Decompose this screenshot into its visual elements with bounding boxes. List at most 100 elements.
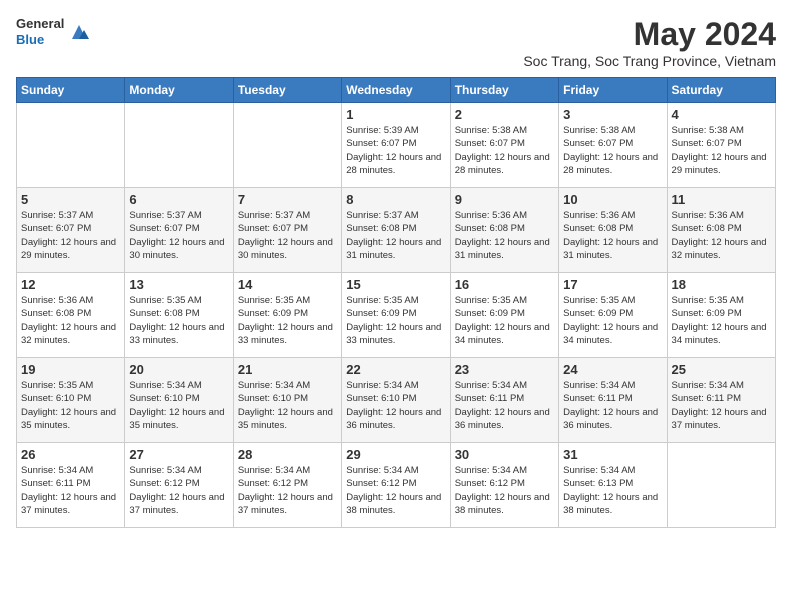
day-number: 3: [563, 107, 662, 122]
day-number: 5: [21, 192, 120, 207]
day-info: Sunrise: 5:34 AMSunset: 6:12 PMDaylight:…: [238, 464, 337, 517]
calendar-cell: 23 Sunrise: 5:34 AMSunset: 6:11 PMDayligh…: [450, 358, 558, 443]
calendar-cell: 19Sunrise: 5:35 AMSunset: 6:10 PMDayligh…: [17, 358, 125, 443]
day-number: 15: [346, 277, 445, 292]
col-header-tuesday: Tuesday: [233, 78, 341, 103]
calendar-cell: 12 Sunrise: 5:36 AMSunset: 6:08 PMDayligh…: [17, 273, 125, 358]
page-header: General Blue May 2024 Soc Trang, Soc Tra…: [16, 16, 776, 69]
day-info: Sunrise: 5:34 AMSunset: 6:11 PMDaylight:…: [563, 379, 662, 432]
day-number: 30: [455, 447, 554, 462]
calendar-cell: [233, 103, 341, 188]
day-number: 6: [129, 192, 228, 207]
title-area: May 2024 Soc Trang, Soc Trang Province, …: [523, 16, 776, 69]
day-info: Sunrise: 5:35 AMSunset: 6:09 PMDaylight:…: [455, 294, 554, 347]
day-info: Sunrise: 5:36 AMSunset: 6:08 PMDaylight:…: [563, 209, 662, 262]
day-number: 22: [346, 362, 445, 377]
calendar-cell: 14 Sunrise: 5:35 AMSunset: 6:09 PMDayligh…: [233, 273, 341, 358]
day-number: 12: [21, 277, 120, 292]
day-info: Sunrise: 5:38 AMSunset: 6:07 PMDaylight:…: [455, 124, 554, 177]
day-number: 29: [346, 447, 445, 462]
col-header-friday: Friday: [559, 78, 667, 103]
logo-blue: Blue: [16, 32, 64, 48]
day-number: 27: [129, 447, 228, 462]
calendar-cell: 3 Sunrise: 5:38 AMSunset: 6:07 PMDaylight…: [559, 103, 667, 188]
day-info: Sunrise: 5:34 AMSunset: 6:10 PMDaylight:…: [346, 379, 445, 432]
calendar-cell: 8Sunrise: 5:37 AMSunset: 6:08 PMDaylight…: [342, 188, 450, 273]
day-number: 8: [346, 192, 445, 207]
day-info: Sunrise: 5:34 AMSunset: 6:10 PMDaylight:…: [238, 379, 337, 432]
col-header-monday: Monday: [125, 78, 233, 103]
day-number: 20: [129, 362, 228, 377]
calendar-cell: 9 Sunrise: 5:36 AMSunset: 6:08 PMDaylight…: [450, 188, 558, 273]
day-number: 14: [238, 277, 337, 292]
location-subtitle: Soc Trang, Soc Trang Province, Vietnam: [523, 53, 776, 69]
calendar-cell: [667, 443, 775, 528]
week-row-1: 1 Sunrise: 5:39 AMSunset: 6:07 PMDaylight…: [17, 103, 776, 188]
day-info: Sunrise: 5:35 AMSunset: 6:09 PMDaylight:…: [672, 294, 771, 347]
day-number: 26: [21, 447, 120, 462]
header-row: SundayMondayTuesdayWednesdayThursdayFrid…: [17, 78, 776, 103]
day-info: Sunrise: 5:35 AMSunset: 6:09 PMDaylight:…: [563, 294, 662, 347]
calendar-cell: 16 Sunrise: 5:35 AMSunset: 6:09 PMDayligh…: [450, 273, 558, 358]
day-number: 17: [563, 277, 662, 292]
col-header-sunday: Sunday: [17, 78, 125, 103]
calendar-cell: 2 Sunrise: 5:38 AMSunset: 6:07 PMDaylight…: [450, 103, 558, 188]
day-info: Sunrise: 5:34 AMSunset: 6:11 PMDaylight:…: [455, 379, 554, 432]
day-info: Sunrise: 5:35 AMSunset: 6:08 PMDaylight:…: [129, 294, 228, 347]
col-header-wednesday: Wednesday: [342, 78, 450, 103]
calendar-cell: 22 Sunrise: 5:34 AMSunset: 6:10 PMDayligh…: [342, 358, 450, 443]
day-info: Sunrise: 5:34 AMSunset: 6:11 PMDaylight:…: [672, 379, 771, 432]
logo-general: General: [16, 16, 64, 32]
day-number: 23: [455, 362, 554, 377]
week-row-4: 19Sunrise: 5:35 AMSunset: 6:10 PMDayligh…: [17, 358, 776, 443]
day-number: 18: [672, 277, 771, 292]
day-number: 25: [672, 362, 771, 377]
calendar-cell: 31Sunrise: 5:34 AMSunset: 6:13 PMDayligh…: [559, 443, 667, 528]
day-info: Sunrise: 5:38 AMSunset: 6:07 PMDaylight:…: [563, 124, 662, 177]
day-info: Sunrise: 5:39 AMSunset: 6:07 PMDaylight:…: [346, 124, 445, 177]
calendar-cell: 7 Sunrise: 5:37 AMSunset: 6:07 PMDaylight…: [233, 188, 341, 273]
day-number: 1: [346, 107, 445, 122]
calendar-cell: [125, 103, 233, 188]
day-info: Sunrise: 5:34 AMSunset: 6:10 PMDaylight:…: [129, 379, 228, 432]
day-info: Sunrise: 5:37 AMSunset: 6:07 PMDaylight:…: [129, 209, 228, 262]
day-number: 16: [455, 277, 554, 292]
day-info: Sunrise: 5:34 AMSunset: 6:12 PMDaylight:…: [129, 464, 228, 517]
day-info: Sunrise: 5:34 AMSunset: 6:13 PMDaylight:…: [563, 464, 662, 517]
day-number: 2: [455, 107, 554, 122]
calendar-cell: 17 Sunrise: 5:35 AMSunset: 6:09 PMDayligh…: [559, 273, 667, 358]
day-info: Sunrise: 5:35 AMSunset: 6:10 PMDaylight:…: [21, 379, 120, 432]
col-header-saturday: Saturday: [667, 78, 775, 103]
calendar-cell: 6 Sunrise: 5:37 AMSunset: 6:07 PMDaylight…: [125, 188, 233, 273]
day-number: 9: [455, 192, 554, 207]
day-info: Sunrise: 5:34 AMSunset: 6:12 PMDaylight:…: [455, 464, 554, 517]
day-info: Sunrise: 5:34 AMSunset: 6:12 PMDaylight:…: [346, 464, 445, 517]
day-info: Sunrise: 5:36 AMSunset: 6:08 PMDaylight:…: [21, 294, 120, 347]
day-number: 11: [672, 192, 771, 207]
week-row-2: 5 Sunrise: 5:37 AMSunset: 6:07 PMDaylight…: [17, 188, 776, 273]
calendar-cell: 10Sunrise: 5:36 AMSunset: 6:08 PMDayligh…: [559, 188, 667, 273]
day-number: 7: [238, 192, 337, 207]
day-info: Sunrise: 5:35 AMSunset: 6:09 PMDaylight:…: [346, 294, 445, 347]
calendar-cell: 18 Sunrise: 5:35 AMSunset: 6:09 PMDayligh…: [667, 273, 775, 358]
day-info: Sunrise: 5:37 AMSunset: 6:07 PMDaylight:…: [21, 209, 120, 262]
calendar-cell: 27 Sunrise: 5:34 AMSunset: 6:12 PMDayligh…: [125, 443, 233, 528]
calendar-cell: 28 Sunrise: 5:34 AMSunset: 6:12 PMDayligh…: [233, 443, 341, 528]
month-year-title: May 2024: [523, 16, 776, 53]
calendar-cell: [17, 103, 125, 188]
day-number: 28: [238, 447, 337, 462]
day-info: Sunrise: 5:35 AMSunset: 6:09 PMDaylight:…: [238, 294, 337, 347]
calendar-cell: 20 Sunrise: 5:34 AMSunset: 6:10 PMDayligh…: [125, 358, 233, 443]
day-info: Sunrise: 5:37 AMSunset: 6:07 PMDaylight:…: [238, 209, 337, 262]
calendar-table: SundayMondayTuesdayWednesdayThursdayFrid…: [16, 77, 776, 528]
calendar-cell: 15 Sunrise: 5:35 AMSunset: 6:09 PMDayligh…: [342, 273, 450, 358]
calendar-cell: 13Sunrise: 5:35 AMSunset: 6:08 PMDayligh…: [125, 273, 233, 358]
day-info: Sunrise: 5:36 AMSunset: 6:08 PMDaylight:…: [672, 209, 771, 262]
day-info: Sunrise: 5:36 AMSunset: 6:08 PMDaylight:…: [455, 209, 554, 262]
calendar-cell: 25 Sunrise: 5:34 AMSunset: 6:11 PMDayligh…: [667, 358, 775, 443]
day-info: Sunrise: 5:34 AMSunset: 6:11 PMDaylight:…: [21, 464, 120, 517]
calendar-cell: 24Sunrise: 5:34 AMSunset: 6:11 PMDayligh…: [559, 358, 667, 443]
day-info: Sunrise: 5:38 AMSunset: 6:07 PMDaylight:…: [672, 124, 771, 177]
calendar-cell: 11 Sunrise: 5:36 AMSunset: 6:08 PMDayligh…: [667, 188, 775, 273]
calendar-cell: 21Sunrise: 5:34 AMSunset: 6:10 PMDayligh…: [233, 358, 341, 443]
